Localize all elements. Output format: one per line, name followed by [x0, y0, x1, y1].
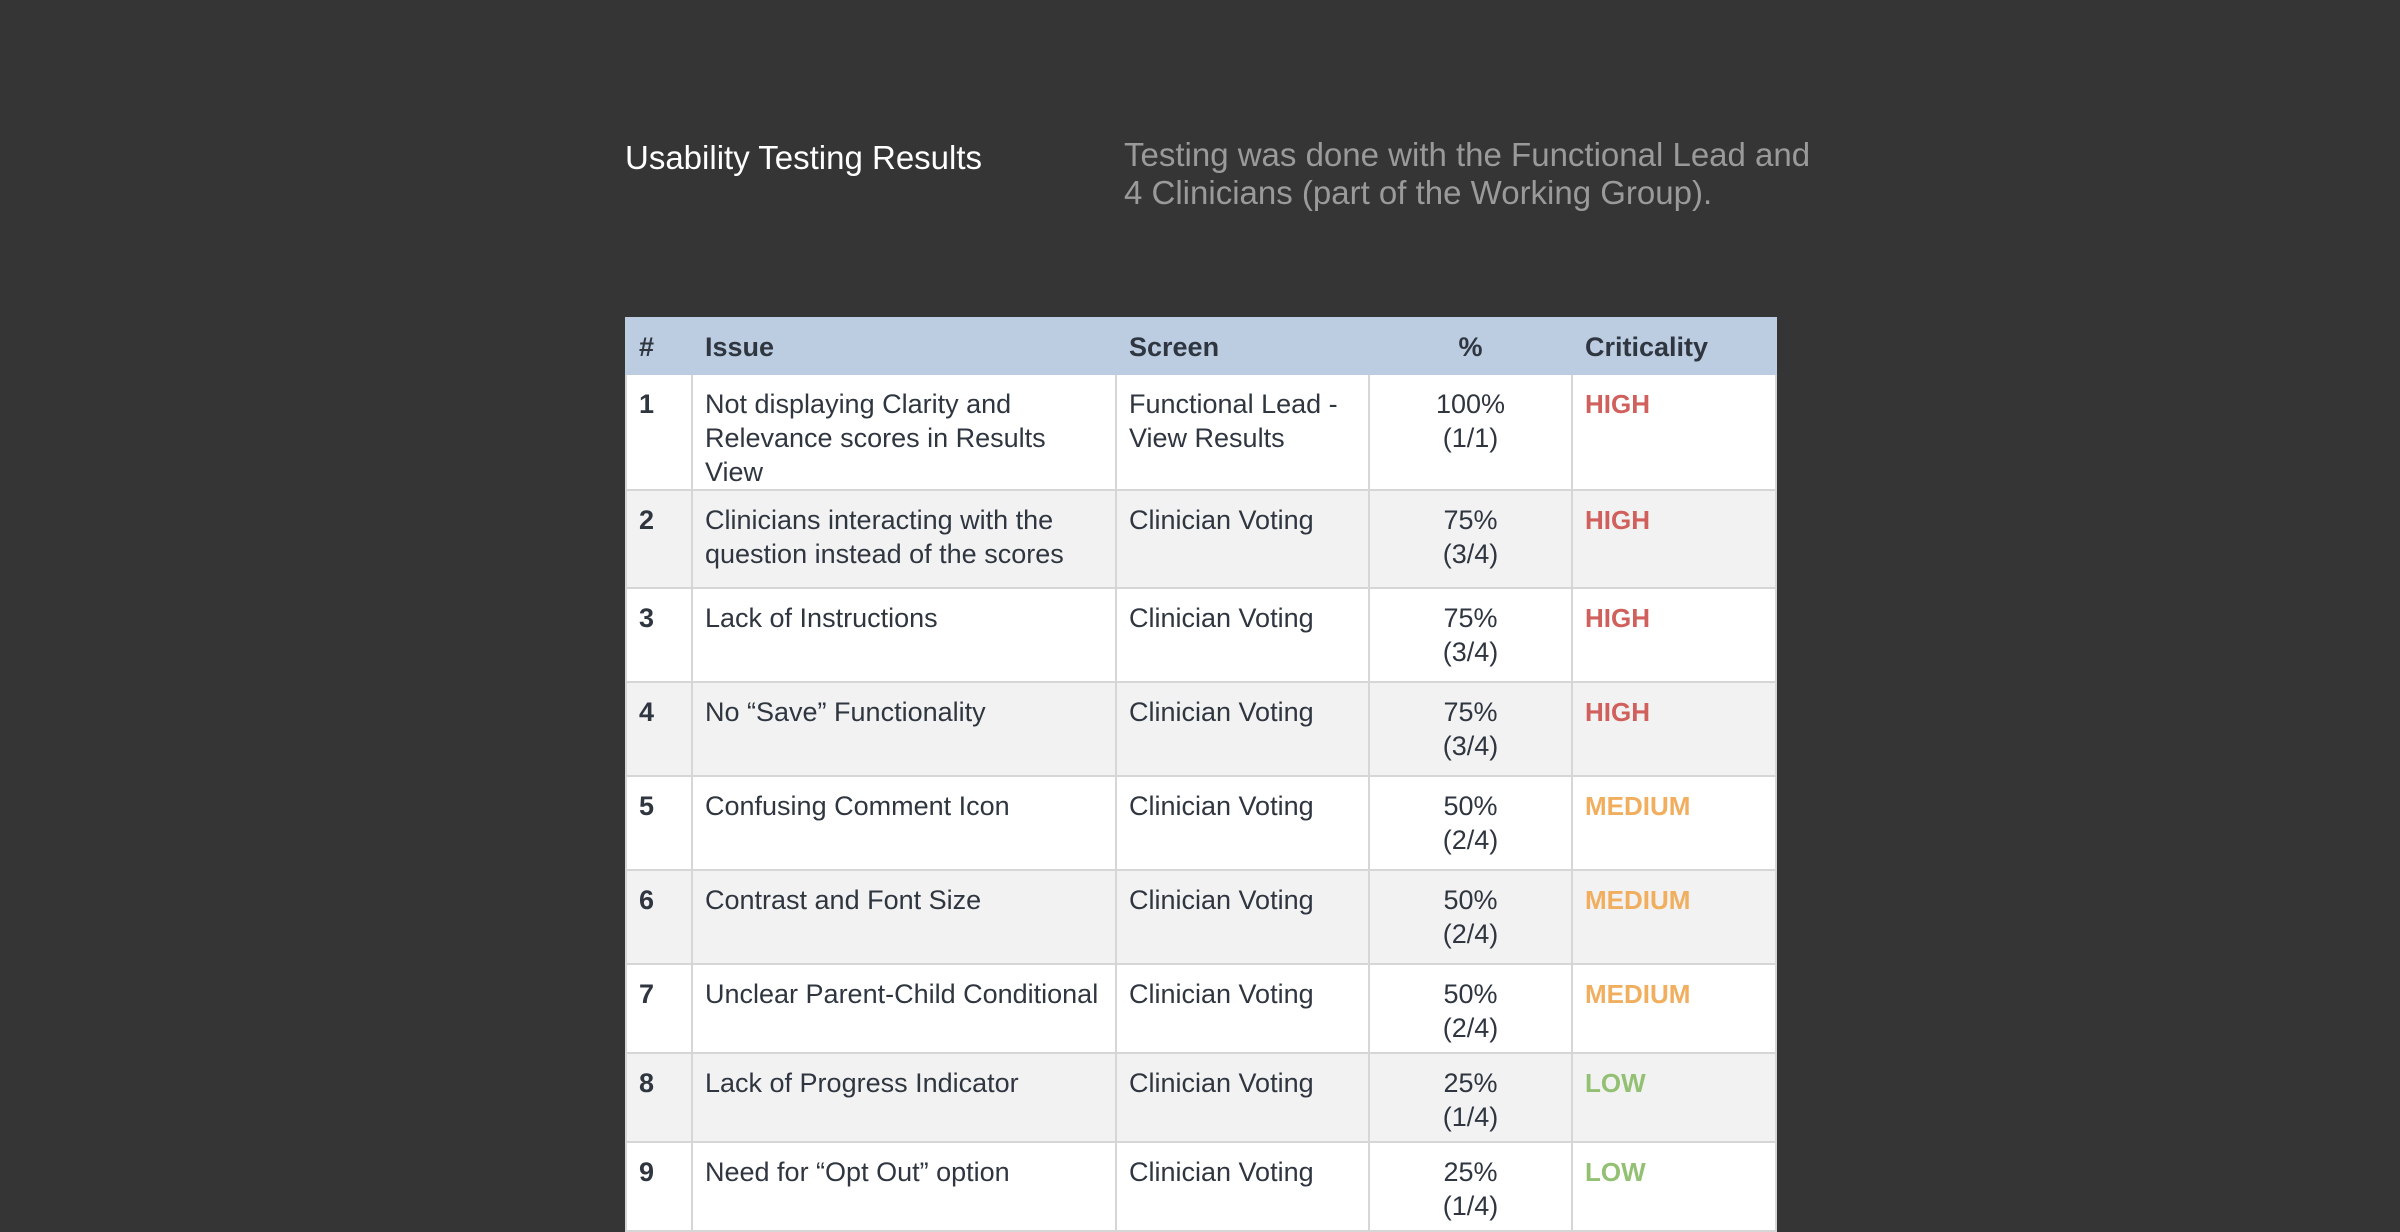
percent-value: 25%	[1443, 1068, 1498, 1098]
table-row: 9 Need for “Opt Out” option Clinician Vo…	[625, 1141, 1777, 1232]
table-row: 4 No “Save” Functionality Clinician Voti…	[625, 681, 1777, 777]
percent-cell: 75% (3/4)	[1368, 587, 1573, 683]
criticality-badge: LOW	[1571, 1052, 1777, 1143]
ratio-value: (2/4)	[1442, 919, 1499, 949]
table-row: 2 Clinicians interacting with the questi…	[625, 489, 1777, 589]
ratio-value: (2/4)	[1442, 825, 1499, 855]
percent-cell: 50% (2/4)	[1368, 775, 1573, 871]
column-header-screen: Screen	[1115, 317, 1370, 375]
screen-cell: Clinician Voting	[1115, 587, 1370, 683]
criticality-badge: HIGH	[1571, 489, 1777, 589]
column-header-percent: %	[1368, 317, 1573, 375]
percent-value: 75%	[1443, 505, 1498, 535]
screen-cell: Clinician Voting	[1115, 1052, 1370, 1143]
page-subtitle: Testing was done with the Functional Lea…	[1124, 136, 1811, 211]
percent-value: 100%	[1435, 389, 1506, 419]
criticality-badge: HIGH	[1571, 373, 1777, 491]
issue-cell: No “Save” Functionality	[691, 681, 1117, 777]
percent-value: 50%	[1443, 791, 1498, 821]
percent-cell: 50% (2/4)	[1368, 963, 1573, 1054]
percent-value: 75%	[1443, 697, 1498, 727]
ratio-value: (1/4)	[1442, 1102, 1499, 1132]
issue-cell: Clinicians interacting with the question…	[691, 489, 1117, 589]
percent-cell: 25% (1/4)	[1368, 1141, 1573, 1232]
row-number: 4	[625, 681, 693, 777]
column-header-issue: Issue	[691, 317, 1117, 375]
criticality-badge: HIGH	[1571, 587, 1777, 683]
row-number: 2	[625, 489, 693, 589]
issue-cell: Contrast and Font Size	[691, 869, 1117, 965]
screen-cell: Clinician Voting	[1115, 489, 1370, 589]
percent-cell: 75% (3/4)	[1368, 681, 1573, 777]
ratio-value: (3/4)	[1442, 637, 1499, 667]
screen-cell: Clinician Voting	[1115, 681, 1370, 777]
column-header-criticality: Criticality	[1571, 317, 1777, 375]
percent-value: 50%	[1443, 885, 1498, 915]
percent-cell: 50% (2/4)	[1368, 869, 1573, 965]
table-row: 3 Lack of Instructions Clinician Voting …	[625, 587, 1777, 683]
criticality-badge: MEDIUM	[1571, 869, 1777, 965]
issue-cell: Lack of Progress Indicator	[691, 1052, 1117, 1143]
screen-cell: Clinician Voting	[1115, 963, 1370, 1054]
criticality-badge: MEDIUM	[1571, 775, 1777, 871]
percent-value: 50%	[1443, 979, 1498, 1009]
criticality-badge: LOW	[1571, 1141, 1777, 1232]
table-header-row: # Issue Screen % Criticality	[625, 317, 1777, 375]
issue-cell: Need for “Opt Out” option	[691, 1141, 1117, 1232]
table-row: 1 Not displaying Clarity and Relevance s…	[625, 373, 1777, 491]
row-number: 6	[625, 869, 693, 965]
table-row: 5 Confusing Comment Icon Clinician Votin…	[625, 775, 1777, 871]
ratio-value: (3/4)	[1442, 539, 1499, 569]
ratio-value: (1/4)	[1442, 1191, 1499, 1221]
table-row: 8 Lack of Progress Indicator Clinician V…	[625, 1052, 1777, 1143]
page-title: Usability Testing Results	[625, 139, 983, 176]
issue-cell: Not displaying Clarity and Relevance sco…	[691, 373, 1117, 491]
screen-cell: Clinician Voting	[1115, 1141, 1370, 1232]
table-row: 7 Unclear Parent-Child Conditional Clini…	[625, 963, 1777, 1054]
screen-cell: Clinician Voting	[1115, 775, 1370, 871]
row-number: 9	[625, 1141, 693, 1232]
row-number: 5	[625, 775, 693, 871]
ratio-value: (2/4)	[1442, 1013, 1499, 1043]
percent-cell: 75% (3/4)	[1368, 489, 1573, 589]
issue-cell: Lack of Instructions	[691, 587, 1117, 683]
table-row: 6 Contrast and Font Size Clinician Votin…	[625, 869, 1777, 965]
ratio-value: (1/1)	[1442, 423, 1499, 453]
row-number: 3	[625, 587, 693, 683]
percent-cell: 25% (1/4)	[1368, 1052, 1573, 1143]
issue-cell: Confusing Comment Icon	[691, 775, 1117, 871]
percent-value: 25%	[1443, 1157, 1498, 1187]
row-number: 7	[625, 963, 693, 1054]
criticality-badge: MEDIUM	[1571, 963, 1777, 1054]
percent-cell: 100% (1/1)	[1368, 373, 1573, 491]
screen-cell: Functional Lead - View Results	[1115, 373, 1370, 491]
screen-cell: Clinician Voting	[1115, 869, 1370, 965]
row-number: 8	[625, 1052, 693, 1143]
percent-value: 75%	[1443, 603, 1498, 633]
results-table: # Issue Screen % Criticality 1 Not displ…	[625, 317, 1777, 1232]
ratio-value: (3/4)	[1442, 731, 1499, 761]
issue-cell: Unclear Parent-Child Conditional	[691, 963, 1117, 1054]
row-number: 1	[625, 373, 693, 491]
criticality-badge: HIGH	[1571, 681, 1777, 777]
column-header-number: #	[625, 317, 693, 375]
